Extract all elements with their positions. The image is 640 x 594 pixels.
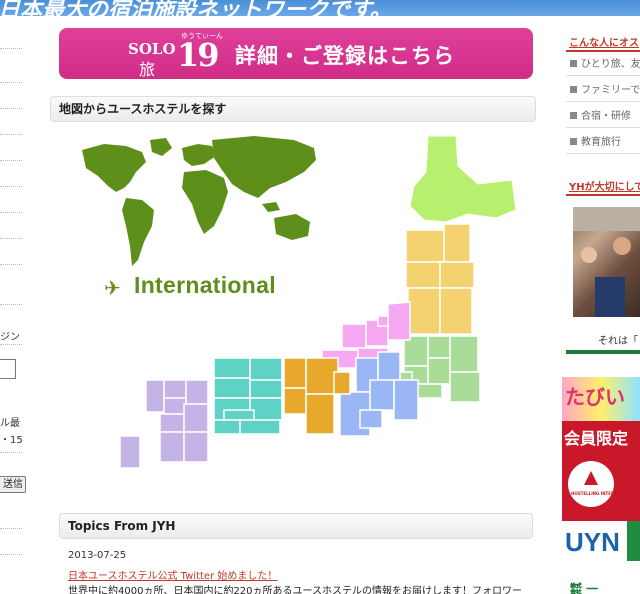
world-greenland [150, 138, 172, 156]
solo-tabi-19-banner[interactable]: SOLO 旅 ゆうてぃーん 19 詳細・ご登録はこちら [59, 28, 533, 79]
world-south-america [122, 198, 154, 266]
ad-bottom[interactable]: ㍿ 一 [562, 582, 640, 594]
world-asia [212, 136, 316, 198]
divider [0, 134, 22, 135]
world-africa [182, 170, 228, 234]
map-section-title: 地図からユースホステルを探す [50, 96, 536, 122]
member-label: ル最 [0, 418, 20, 429]
hostel-photo[interactable] [573, 207, 640, 317]
divider [0, 186, 22, 187]
recommend-item-label: ファミリーで [581, 85, 640, 96]
recommend-item-label: ひとり旅、友 [581, 59, 640, 70]
divider [0, 82, 22, 83]
right-head-recommend[interactable]: こんな人にオス [569, 34, 639, 49]
solo-number: 19 [177, 36, 220, 74]
topic-body: 世界中に約4000ヵ所、日本国内に約220ヵ所あるユースホステルの情報をお届けし… [68, 586, 523, 594]
login-input[interactable] [0, 359, 16, 379]
ad-member-text: 会員限定 [564, 429, 629, 448]
photo-person [595, 277, 625, 317]
divider [0, 238, 22, 239]
ad-uyn-bar [627, 521, 640, 561]
topic-link[interactable]: 日本ユースホステル公式 Twitter 始めました！ [68, 567, 277, 582]
header-banner-text: 日本最大の宿泊施設ネットワークです。 [0, 0, 392, 16]
world-australia [274, 214, 310, 240]
divider [0, 452, 22, 453]
region-hokkaido[interactable] [409, 135, 517, 223]
recommend-item-solo[interactable]: ひとり旅、友 [566, 54, 640, 76]
divider [0, 528, 22, 529]
ad-uyn[interactable]: UYN [562, 521, 640, 561]
tree-icon [584, 471, 598, 485]
top-header-banner: 日本最大の宿泊施設ネットワークです。 [0, 0, 640, 16]
solo-tabi: 旅 [139, 60, 156, 79]
photo-person [613, 237, 631, 255]
photo-person [581, 247, 597, 263]
world-islands [262, 202, 280, 212]
login-label: ジン [0, 332, 20, 343]
recommend-item-label: 教育旅行 [581, 137, 621, 148]
divider [0, 212, 22, 213]
bullet-icon [570, 86, 577, 93]
topic-date: 2013-07-25 [68, 550, 127, 561]
date-label: ・15 [0, 435, 23, 446]
divider [0, 554, 22, 555]
world-map-link[interactable] [82, 136, 316, 266]
bullet-icon [570, 138, 577, 145]
ad-tabiiku[interactable]: たびい [562, 377, 640, 421]
photo-ceiling [573, 207, 640, 231]
photo-caption: それは「 [598, 336, 638, 347]
recommend-item-label: 合宿・研修 [581, 111, 631, 122]
ad-uyn-text: UYN [565, 527, 620, 557]
recommend-item-camp[interactable]: 合宿・研修 [566, 106, 640, 128]
divider [566, 194, 640, 196]
recommend-item-education[interactable]: 教育旅行 [566, 132, 640, 154]
left-sidebar: ジン ル最 ・15 送信 [0, 16, 28, 594]
topics-title: Topics From JYH [59, 513, 533, 539]
bullet-icon [570, 112, 577, 119]
international-link[interactable]: International [134, 272, 276, 299]
ad-bottom-text: ㍿ 一 [570, 582, 599, 594]
japan-map [82, 135, 517, 469]
world-europe [182, 144, 216, 166]
divider [0, 264, 22, 265]
region-tohoku[interactable] [405, 223, 475, 335]
divider [0, 160, 22, 161]
divider [566, 350, 640, 354]
region-shikoku[interactable] [213, 357, 283, 435]
right-head-values[interactable]: YHが大切にして [569, 178, 640, 193]
world-north-america [82, 144, 146, 192]
solo-register-text: 詳細・ご登録はこちら [235, 44, 455, 68]
send-button[interactable]: 送信 [0, 476, 26, 493]
ad-tabiiku-text: たびい [565, 385, 625, 409]
divider [566, 50, 640, 52]
bullet-icon [570, 60, 577, 67]
hostelling-international-logo: HOSTELLING INTERNATIONAL [568, 461, 637, 507]
divider [0, 344, 22, 345]
recommend-item-family[interactable]: ファミリーで [566, 80, 640, 102]
divider [0, 108, 22, 109]
divider [0, 48, 22, 49]
region-kyushu[interactable] [119, 379, 209, 469]
right-sidebar: こんな人にオス ひとり旅、友 ファミリーで 合宿・研修 教育旅行 YHが大切にし… [562, 28, 640, 594]
logo-text: HOSTELLING INTERNATIONAL [571, 491, 637, 496]
divider [0, 304, 22, 305]
airplane-icon: ✈ [104, 276, 121, 300]
